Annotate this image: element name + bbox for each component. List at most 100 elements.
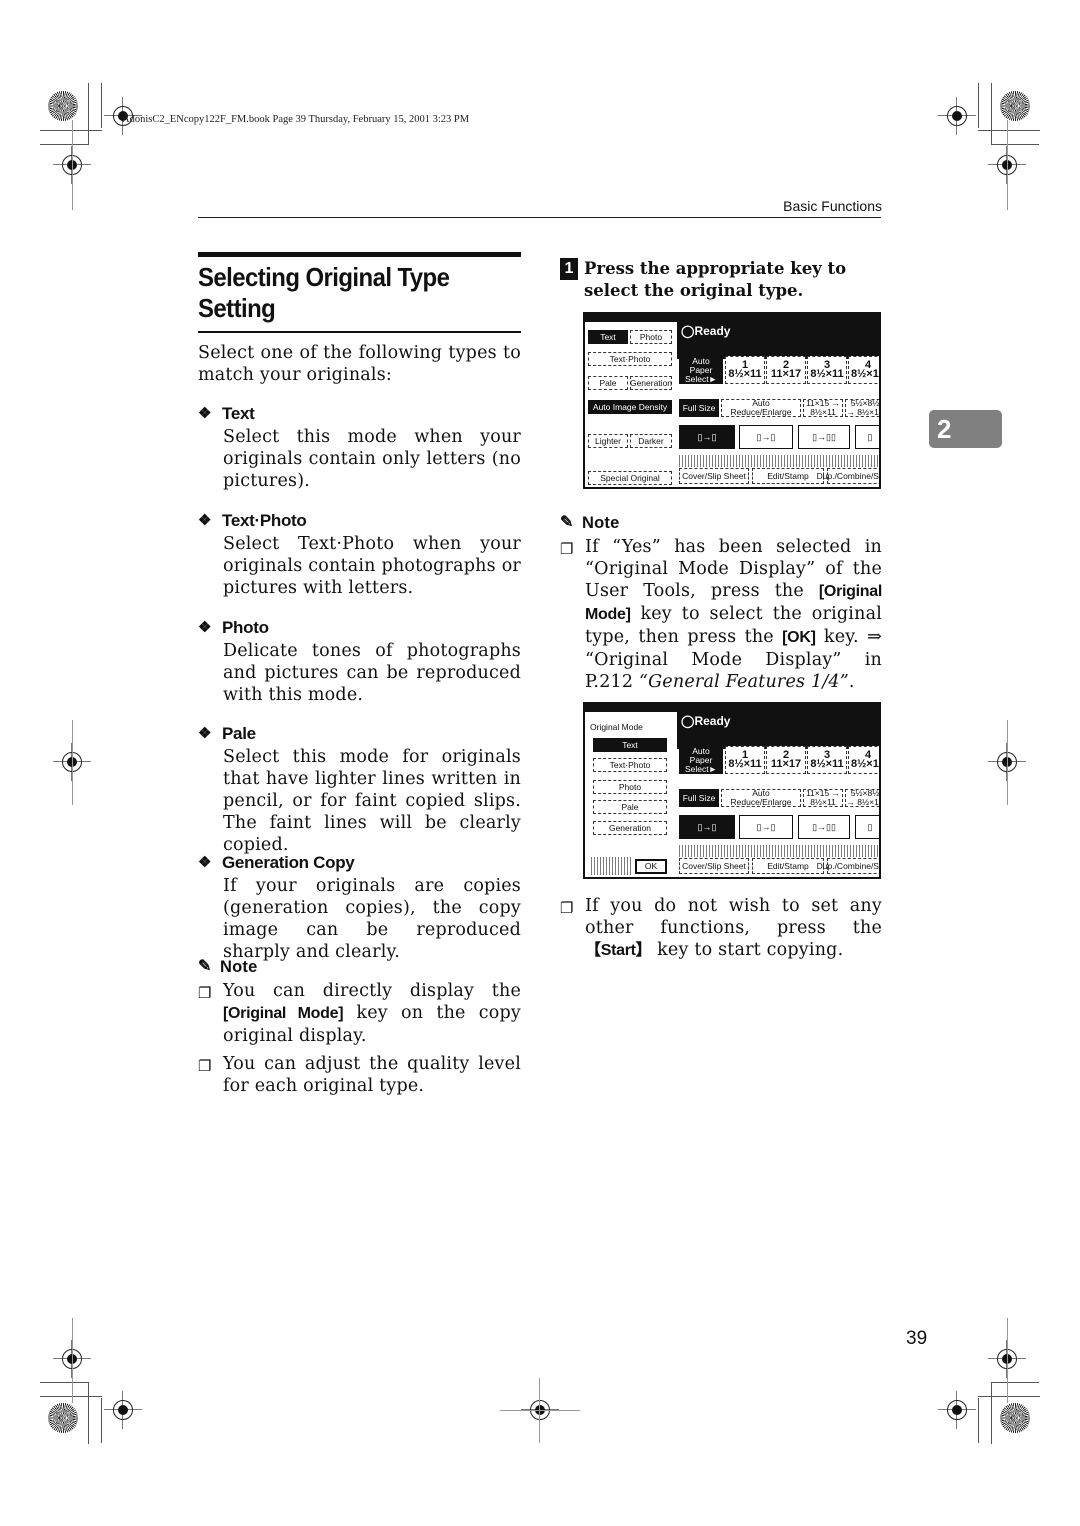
generation-mode-button[interactable]: Generation — [593, 821, 667, 835]
edit-stamp-button[interactable]: Edit/Stamp — [752, 858, 824, 874]
auto-paper-select-button[interactable]: Auto Paper Select► — [679, 746, 723, 774]
auto-image-density-button[interactable]: Auto Image Density — [588, 400, 672, 414]
duplex-mode-3-icon[interactable]: ▯→▯▯ — [798, 425, 850, 449]
duplex-mode-2-icon[interactable]: ▯→▯ — [739, 815, 793, 839]
checkbox-bullet-icon: ❐ — [198, 984, 212, 1002]
special-original-button[interactable]: Special Original — [588, 471, 672, 485]
duplex-mode-1-icon[interactable]: ▯→▯ — [679, 425, 735, 449]
diamond-bullet-icon: ❖ — [198, 725, 212, 742]
crop-mark — [1007, 1318, 1008, 1403]
dup-combine-series-button[interactable]: Dup./Combine/Series — [817, 858, 879, 874]
text-photo-mode-button[interactable]: Text·Photo — [588, 352, 672, 366]
ok-button[interactable]: OK — [635, 859, 667, 874]
auto-paper-select-button[interactable]: Auto Paper Select► — [679, 356, 723, 384]
cover-slip-sheet-button[interactable]: Cover/Slip Sheet — [679, 468, 749, 484]
title-rule — [198, 252, 521, 257]
crop-mark — [978, 1398, 979, 1443]
header-rule — [198, 217, 881, 218]
tray-2-button[interactable]: 2 11×17 — [766, 746, 806, 774]
original-mode-key: [Original Mode] — [223, 1005, 344, 1022]
ratio-preset-1-button[interactable]: 11×15 → 8½×11 — [803, 399, 843, 417]
checkbox-bullet-icon: ❐ — [560, 899, 574, 917]
ratio-preset-2-button[interactable]: 5½×8½ → 8½×14 — [845, 399, 879, 417]
pale-mode-button[interactable]: Pale — [593, 800, 667, 814]
edit-stamp-button[interactable]: Edit/Stamp — [752, 468, 824, 484]
status-ready: ◯Ready — [681, 324, 731, 338]
registration-star-icon — [48, 1403, 78, 1433]
note-item: ❐ If “Yes” has been selected in “Origina… — [560, 537, 882, 692]
section-heading: Photo — [222, 618, 269, 637]
duplex-mode-4-icon[interactable]: ▯ — [855, 425, 879, 449]
section-text: ❖ Text Select this mode when your origina… — [198, 402, 521, 492]
tray-1-button[interactable]: 1 8½×11 — [725, 356, 765, 384]
tray-1-button[interactable]: 1 8½×11 — [725, 746, 765, 774]
cover-slip-sheet-button[interactable]: Cover/Slip Sheet — [679, 858, 749, 874]
pencil-icon: ✎ — [198, 958, 212, 975]
section-heading: Pale — [222, 724, 256, 743]
note-item: ❐ If you do not wish to set any other fu… — [560, 896, 882, 960]
crop-mark — [1007, 120, 1008, 210]
step-1: 1 Press the appropriate key to select th… — [560, 258, 882, 302]
crop-mark — [978, 130, 1040, 131]
intro-text: Select one of the following types to mat… — [198, 343, 521, 385]
tray-2-button[interactable]: 2 11×17 — [766, 356, 806, 384]
checkbox-bullet-icon: ❐ — [198, 1057, 212, 1075]
ok-key: [OK] — [782, 629, 816, 646]
section-text-photo: ❖ Text·Photo Select Text·Photo when your … — [198, 509, 521, 599]
diamond-bullet-icon: ❖ — [198, 854, 212, 871]
crop-mark — [991, 144, 1039, 145]
copier-panel-original-mode: ◯Ready Original Mode Text Text·Photo Pho… — [583, 702, 881, 879]
crop-mark — [539, 1378, 540, 1443]
darker-button[interactable]: Darker — [630, 434, 672, 448]
cross-reference-link[interactable]: “General Features 1/4” — [639, 672, 849, 692]
crop-mark — [72, 1318, 73, 1403]
text-mode-button[interactable]: Text — [593, 738, 667, 752]
full-size-button[interactable]: Full Size — [679, 789, 719, 807]
text-mode-button[interactable]: Text — [588, 330, 628, 344]
photo-mode-button[interactable]: Photo — [630, 330, 672, 344]
registration-mark-icon — [104, 1391, 142, 1429]
crop-mark — [88, 1382, 89, 1444]
tray-3-button[interactable]: 3 8½×11 — [807, 746, 847, 774]
crop-mark — [101, 1398, 102, 1443]
dup-combine-series-button[interactable]: Dup./Combine/Series — [817, 468, 879, 484]
auto-reduce-enlarge-button[interactable]: Auto Reduce/Enlarge — [721, 789, 801, 807]
ratio-preset-2-button[interactable]: 5½×8½ → 8½×14 — [845, 789, 879, 807]
duplex-mode-1-icon[interactable]: ▯→▯ — [679, 815, 735, 839]
status-ready: ◯Ready — [681, 714, 731, 728]
lighter-button[interactable]: Lighter — [588, 434, 628, 448]
photo-mode-button[interactable]: Photo — [593, 780, 667, 794]
diamond-bullet-icon: ❖ — [198, 619, 212, 636]
note-text: You can directly display the — [223, 981, 521, 1001]
tray-4-button[interactable]: 48½×14 — [848, 356, 879, 384]
note-right: ✎ Note ❐ If “Yes” has been selected in “O… — [560, 512, 882, 693]
section-generation-copy: ❖ Generation Copy If your originals are c… — [198, 851, 521, 963]
section-photo: ❖ Photo Delicate tones of photographs and… — [198, 616, 521, 706]
duplex-mode-2-icon[interactable]: ▯→▯ — [739, 425, 793, 449]
generation-mode-button[interactable]: Generation — [630, 376, 672, 390]
original-mode-title: Original Mode — [590, 722, 643, 732]
tray-3-button[interactable]: 3 8½×11 — [807, 356, 847, 384]
section-body: Select Text·Photo when your originals co… — [223, 534, 521, 598]
text-photo-mode-button[interactable]: Text·Photo — [593, 758, 667, 772]
crop-mark — [40, 1382, 88, 1383]
note-item: ❐ You can directly display the [Original… — [198, 980, 521, 1047]
section-heading: Text·Photo — [222, 511, 307, 530]
ratio-preset-1-button[interactable]: 11×15 → 8½×11 — [803, 789, 843, 807]
note-heading: Note — [220, 958, 258, 976]
auto-reduce-enlarge-button[interactable]: Auto Reduce/Enlarge — [721, 399, 801, 417]
page-title: Selecting Original Type Setting — [198, 262, 450, 323]
pale-mode-button[interactable]: Pale — [588, 376, 628, 390]
title-underline — [198, 331, 521, 333]
chapter-tab: 2 — [929, 410, 1002, 448]
tray-4-button[interactable]: 48½×14 — [848, 746, 879, 774]
section-body: Delicate tones of photographs and pictur… — [223, 641, 521, 705]
section-heading: Generation Copy — [222, 853, 355, 872]
duplex-mode-3-icon[interactable]: ▯→▯▯ — [798, 815, 850, 839]
pencil-icon: ✎ — [560, 514, 574, 531]
crop-mark — [991, 1382, 992, 1444]
full-size-button[interactable]: Full Size — [679, 399, 719, 417]
registration-mark-icon — [938, 97, 976, 135]
duplex-mode-4-icon[interactable]: ▯ — [855, 815, 879, 839]
crop-mark — [978, 83, 979, 128]
